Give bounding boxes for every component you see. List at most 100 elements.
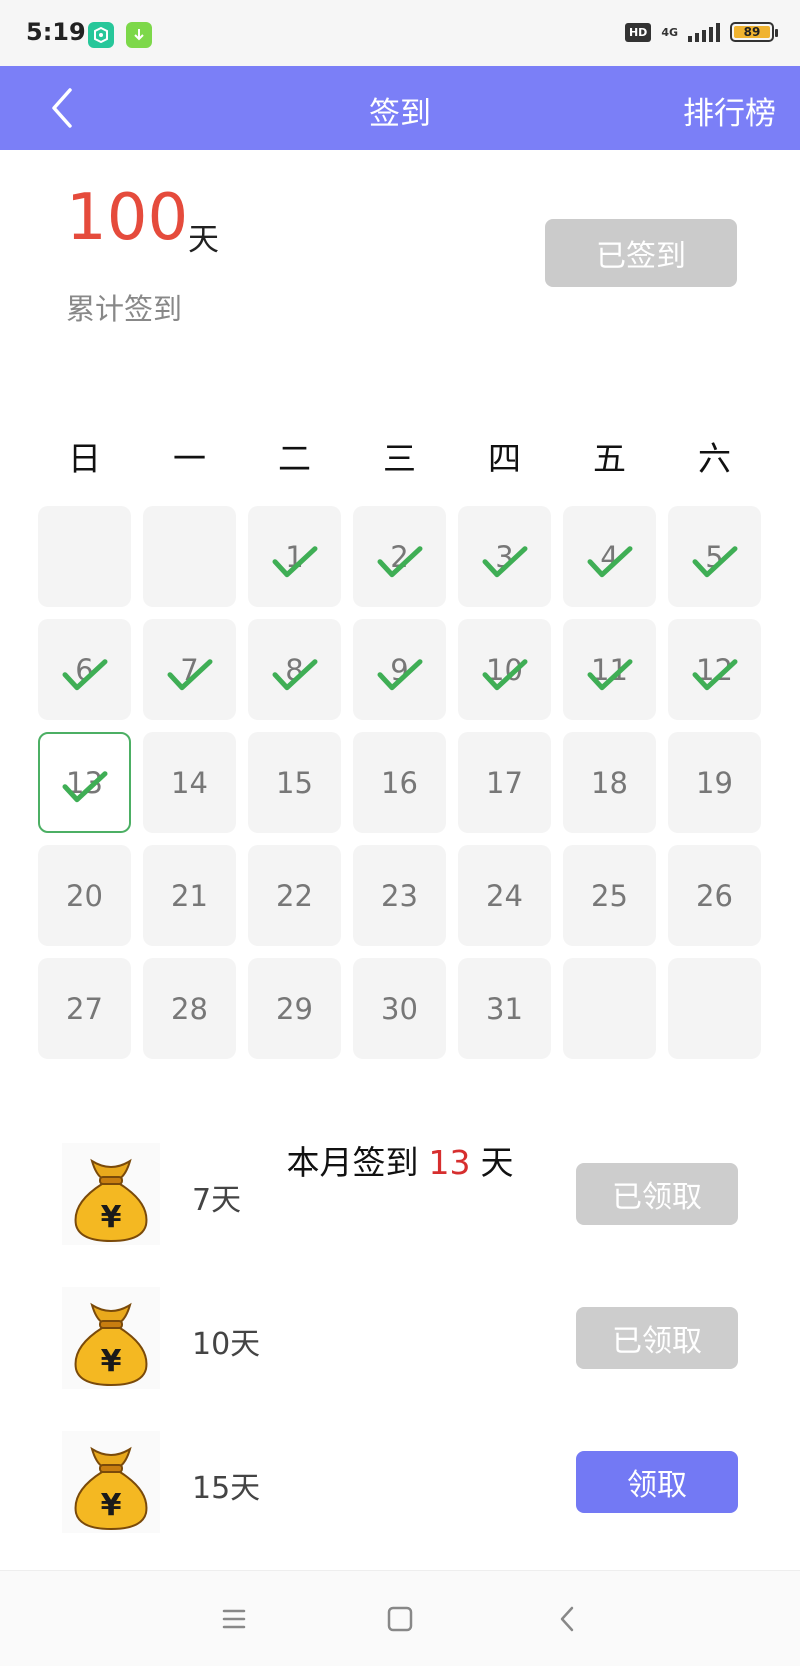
day-16[interactable]: 16 bbox=[353, 732, 446, 833]
reward-label: 7天 bbox=[192, 1183, 242, 1218]
day-30[interactable]: 30 bbox=[353, 958, 446, 1059]
day-14[interactable]: 14 bbox=[143, 732, 236, 833]
day-13[interactable]: 13 bbox=[38, 732, 131, 833]
weekday-label: 一 bbox=[173, 439, 206, 478]
day-27[interactable]: 27 bbox=[38, 958, 131, 1059]
money-bag-icon: ¥ bbox=[62, 1431, 160, 1533]
checkmark-icon bbox=[587, 545, 632, 577]
calendar-grid: 1 2 3 4 5 6 7 8 9 10 11 12 13 14 15 16 17 18 19 20 21 22 23 24 2… bbox=[38, 506, 766, 1059]
notification-app-icon bbox=[88, 22, 114, 48]
total-checkin-days: 100 bbox=[66, 181, 189, 255]
day-7[interactable]: 7 bbox=[143, 619, 236, 720]
day-number: 17 bbox=[486, 765, 523, 800]
checkmark-icon bbox=[377, 658, 422, 690]
weekday-label: 三 bbox=[383, 439, 416, 478]
reward-item: ¥ 10天 已领取 bbox=[62, 1287, 738, 1389]
day-20[interactable]: 20 bbox=[38, 845, 131, 946]
day-15[interactable]: 15 bbox=[248, 732, 341, 833]
day-5[interactable]: 5 bbox=[668, 506, 761, 607]
battery-icon: 89 bbox=[730, 22, 778, 42]
day-21[interactable]: 21 bbox=[143, 845, 236, 946]
menu-button[interactable] bbox=[214, 1599, 254, 1639]
checkmark-icon bbox=[272, 545, 317, 577]
day-number: 23 bbox=[381, 878, 418, 913]
day-9[interactable]: 9 bbox=[353, 619, 446, 720]
day-6[interactable]: 6 bbox=[38, 619, 131, 720]
day-26[interactable]: 26 bbox=[668, 845, 761, 946]
day-18[interactable]: 18 bbox=[563, 732, 656, 833]
system-back-button[interactable] bbox=[548, 1599, 588, 1639]
home-square-icon bbox=[387, 1606, 413, 1632]
day-number: 18 bbox=[591, 765, 628, 800]
day-11[interactable]: 11 bbox=[563, 619, 656, 720]
total-checkin-label: 累计签到 bbox=[66, 292, 183, 326]
battery-level: 89 bbox=[734, 25, 770, 39]
checkmark-icon bbox=[482, 545, 527, 577]
day-number: 20 bbox=[66, 878, 103, 913]
checkmark-icon bbox=[377, 545, 422, 577]
day-2[interactable]: 2 bbox=[353, 506, 446, 607]
day-29[interactable]: 29 bbox=[248, 958, 341, 1059]
checkmark-icon bbox=[587, 658, 632, 690]
checked-in-button[interactable]: 已签到 bbox=[545, 219, 737, 287]
day-31[interactable]: 31 bbox=[458, 958, 551, 1059]
day-number: 31 bbox=[486, 991, 523, 1026]
claimed-button[interactable]: 已领取 bbox=[576, 1307, 738, 1369]
day-25[interactable]: 25 bbox=[563, 845, 656, 946]
header-bar: 签到 排行榜 bbox=[0, 66, 800, 150]
day-number: 29 bbox=[276, 991, 313, 1026]
day-number: 19 bbox=[696, 765, 733, 800]
reward-label: 10天 bbox=[192, 1327, 261, 1362]
weekday-label: 六 bbox=[698, 439, 731, 478]
day-number: 28 bbox=[171, 991, 208, 1026]
day-8[interactable]: 8 bbox=[248, 619, 341, 720]
status-indicators: HD 4G 89 bbox=[624, 22, 778, 42]
svg-text:¥: ¥ bbox=[101, 1200, 122, 1235]
system-nav-bar bbox=[0, 1570, 800, 1666]
day-4[interactable]: 4 bbox=[563, 506, 656, 607]
weekday-label: 日 bbox=[68, 439, 101, 478]
day-19[interactable]: 19 bbox=[668, 732, 761, 833]
day-number: 21 bbox=[171, 878, 208, 913]
hd-badge: HD bbox=[624, 22, 652, 42]
empty-day-cell bbox=[563, 958, 656, 1059]
day-3[interactable]: 3 bbox=[458, 506, 551, 607]
reward-item: ¥ 7天 已领取 bbox=[62, 1143, 738, 1245]
svg-text:¥: ¥ bbox=[101, 1488, 122, 1523]
day-number: 25 bbox=[591, 878, 628, 913]
day-24[interactable]: 24 bbox=[458, 845, 551, 946]
page-title: 签到 bbox=[369, 96, 431, 132]
checkmark-icon bbox=[692, 545, 737, 577]
day-number: 30 bbox=[381, 991, 418, 1026]
day-10[interactable]: 10 bbox=[458, 619, 551, 720]
claim-button[interactable]: 领取 bbox=[576, 1451, 738, 1513]
weekday-label: 二 bbox=[278, 439, 311, 478]
ranking-link[interactable]: 排行榜 bbox=[683, 88, 776, 133]
day-number: 14 bbox=[171, 765, 208, 800]
network-type: 4G bbox=[661, 25, 678, 39]
day-number: 24 bbox=[486, 878, 523, 913]
day-12[interactable]: 12 bbox=[668, 619, 761, 720]
day-23[interactable]: 23 bbox=[353, 845, 446, 946]
weekday-label: 四 bbox=[488, 439, 521, 478]
signal-icon bbox=[688, 22, 720, 42]
weekday-label: 五 bbox=[593, 439, 626, 478]
svg-text:¥: ¥ bbox=[101, 1344, 122, 1379]
day-22[interactable]: 22 bbox=[248, 845, 341, 946]
day-17[interactable]: 17 bbox=[458, 732, 551, 833]
status-time: 5:19 bbox=[26, 18, 86, 46]
menu-icon bbox=[222, 1609, 246, 1629]
home-button[interactable] bbox=[380, 1599, 420, 1639]
day-unit: 天 bbox=[188, 222, 219, 258]
checkmark-icon bbox=[692, 658, 737, 690]
day-1[interactable]: 1 bbox=[248, 506, 341, 607]
checkmark-icon bbox=[272, 658, 317, 690]
download-icon bbox=[126, 22, 152, 48]
day-number: 26 bbox=[696, 878, 733, 913]
reward-item: ¥ 15天 领取 bbox=[62, 1431, 738, 1533]
day-28[interactable]: 28 bbox=[143, 958, 236, 1059]
day-number: 22 bbox=[276, 878, 313, 913]
weekday-header: 日 一 二 三 四 五 六 bbox=[38, 432, 766, 480]
day-number: 27 bbox=[66, 991, 103, 1026]
claimed-button[interactable]: 已领取 bbox=[576, 1163, 738, 1225]
